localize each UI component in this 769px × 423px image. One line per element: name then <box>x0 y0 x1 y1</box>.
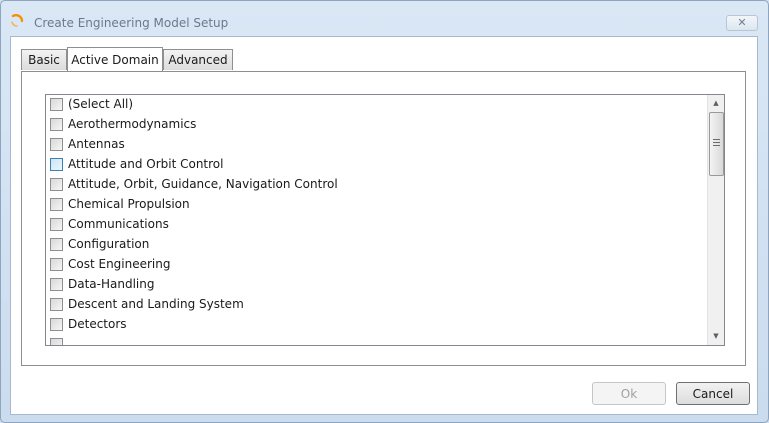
tab-active-domain-label: Active Domain <box>71 53 159 67</box>
domain-checkbox[interactable] <box>50 238 63 251</box>
tab-advanced[interactable]: Advanced <box>163 49 233 70</box>
chevron-down-icon: ▼ <box>713 332 719 340</box>
tab-active-domain[interactable]: Active Domain <box>67 47 163 71</box>
domain-checkbox[interactable] <box>50 278 63 291</box>
ok-button-label: Ok <box>620 387 638 401</box>
domain-list-items: (Select All) Aerothermodynamics Antennas… <box>46 95 706 345</box>
list-item-label: Configuration <box>68 237 150 251</box>
window-title: Create Engineering Model Setup <box>34 16 229 30</box>
dialog-client-area: Basic Active Domain Advanced (Select All… <box>10 36 758 415</box>
list-item[interactable]: Attitude and Orbit Control <box>46 155 706 175</box>
domain-checkbox[interactable] <box>50 138 63 151</box>
domain-checkbox[interactable] <box>50 198 63 211</box>
scrollbar-thumb[interactable] <box>709 112 724 176</box>
list-item-select-all[interactable]: (Select All) <box>46 95 706 115</box>
chevron-up-icon: ▲ <box>713 99 719 107</box>
list-item-label: Data-Handling <box>68 277 155 291</box>
list-item-label: Attitude, Orbit, Guidance, Navigation Co… <box>68 177 338 191</box>
domain-checkbox[interactable] <box>50 118 63 131</box>
domain-checkbox[interactable] <box>50 298 63 311</box>
domain-checkbox-hovered[interactable] <box>50 158 63 171</box>
close-button[interactable]: ✕ <box>726 15 758 31</box>
list-item-label: Communications <box>68 217 169 231</box>
grip-icon <box>713 139 720 147</box>
app-logo-icon <box>11 14 24 27</box>
list-item-label: Aerothermodynamics <box>68 117 197 131</box>
vertical-scrollbar[interactable]: ▲ ▼ <box>707 95 724 345</box>
list-item[interactable]: Attitude, Orbit, Guidance, Navigation Co… <box>46 175 706 195</box>
tab-basic[interactable]: Basic <box>21 49 67 70</box>
list-item-label: Chemical Propulsion <box>68 197 190 211</box>
domain-checkbox[interactable] <box>50 178 63 191</box>
cancel-button-label: Cancel <box>692 387 734 401</box>
domain-checkbox[interactable] <box>50 218 63 231</box>
select-all-checkbox[interactable] <box>50 98 63 111</box>
tab-basic-label: Basic <box>28 53 60 67</box>
list-item[interactable]: Aerothermodynamics <box>46 115 706 135</box>
list-item-label: Detectors <box>68 317 127 331</box>
tab-advanced-label: Advanced <box>168 53 228 67</box>
list-item[interactable]: Chemical Propulsion <box>46 195 706 215</box>
list-item[interactable]: Descent and Landing System <box>46 295 706 315</box>
list-item-label: (Select All) <box>68 97 134 111</box>
list-item-partial[interactable] <box>46 335 706 345</box>
domain-checklist[interactable]: (Select All) Aerothermodynamics Antennas… <box>45 94 725 346</box>
domain-checkbox[interactable] <box>50 318 63 331</box>
scroll-down-button[interactable]: ▼ <box>708 329 724 343</box>
list-item-label: Descent and Landing System <box>68 297 244 311</box>
ok-button[interactable]: Ok <box>592 382 666 405</box>
active-domain-panel: (Select All) Aerothermodynamics Antennas… <box>21 71 746 366</box>
list-item[interactable]: Detectors <box>46 315 706 335</box>
list-item-label: Attitude and Orbit Control <box>68 157 224 171</box>
list-item[interactable]: Configuration <box>46 235 706 255</box>
list-item[interactable]: Antennas <box>46 135 706 155</box>
list-item-label: Antennas <box>68 137 125 151</box>
domain-checkbox[interactable] <box>50 258 63 271</box>
dialog-window: Create Engineering Model Setup ✕ Basic A… <box>0 0 769 423</box>
cancel-button[interactable]: Cancel <box>676 382 750 405</box>
domain-checkbox[interactable] <box>50 338 63 345</box>
list-item[interactable]: Communications <box>46 215 706 235</box>
scroll-up-button[interactable]: ▲ <box>708 96 724 110</box>
close-icon: ✕ <box>737 16 747 29</box>
list-item-label: Cost Engineering <box>68 257 171 271</box>
list-item[interactable]: Cost Engineering <box>46 255 706 275</box>
list-item[interactable]: Data-Handling <box>46 275 706 295</box>
title-bar[interactable]: Create Engineering Model Setup ✕ <box>1 1 768 35</box>
